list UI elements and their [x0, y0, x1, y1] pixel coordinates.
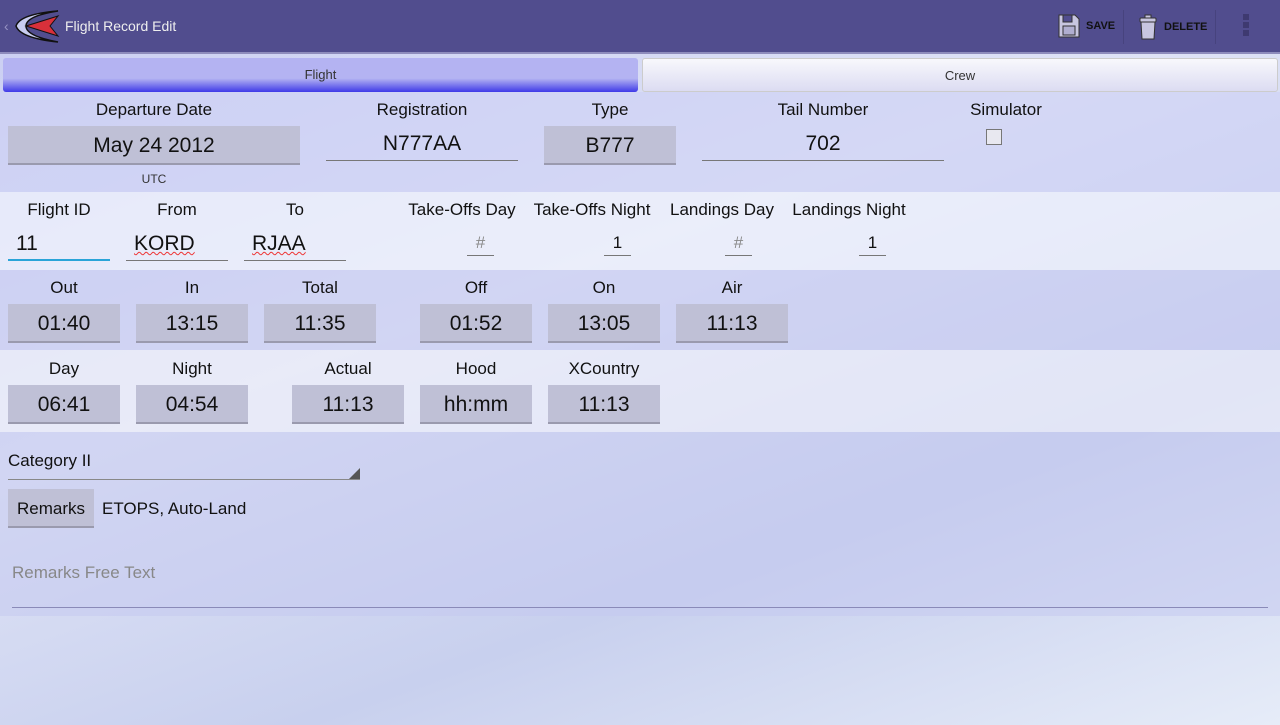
divider — [1123, 10, 1124, 44]
delete-button[interactable]: DELETE — [1138, 14, 1207, 40]
takeoffs-day-label: Take-Offs Day — [408, 200, 516, 219]
action-bar: ‹ Flight Record Edit SAVE DELETE — [0, 0, 1280, 54]
takeoffs-night-label: Take-Offs Night — [533, 200, 651, 219]
takeoffs-day-input[interactable]: # — [467, 232, 494, 256]
remarks-button[interactable]: Remarks — [8, 489, 94, 528]
hood-label: Hood — [455, 359, 497, 378]
landings-day-label: Landings Day — [670, 200, 774, 219]
simulator-checkbox[interactable] — [986, 129, 1002, 145]
save-button[interactable]: SAVE — [1058, 14, 1115, 38]
tab-crew[interactable]: Crew — [642, 58, 1278, 92]
on-label: On — [592, 278, 616, 297]
to-label: To — [286, 200, 304, 219]
out-label: Out — [50, 278, 78, 297]
night-time-button[interactable]: 04:54 — [136, 385, 248, 424]
flight-id-input[interactable]: 11 — [8, 227, 110, 261]
off-time-button[interactable]: 01:52 — [420, 304, 532, 343]
in-label: In — [184, 278, 200, 297]
xcountry-time-button[interactable]: 11:13 — [548, 385, 660, 424]
divider — [1215, 10, 1216, 44]
save-label: SAVE — [1086, 20, 1116, 32]
actual-label: Actual — [324, 359, 372, 378]
type-label: Type — [591, 100, 629, 119]
registration-input[interactable]: N777AA — [326, 127, 518, 161]
trash-icon — [1139, 14, 1157, 40]
air-label: Air — [721, 278, 743, 297]
simulator-label: Simulator — [970, 100, 1042, 119]
total-time-button[interactable]: 11:35 — [264, 304, 376, 343]
delete-label: DELETE — [1164, 21, 1208, 33]
to-input[interactable]: RJAA — [244, 227, 346, 261]
registration-label: Registration — [376, 100, 468, 119]
category-value: Category II — [8, 451, 92, 470]
overflow-menu-icon[interactable] — [1243, 14, 1249, 36]
landings-night-input[interactable]: 1 — [859, 232, 886, 256]
landings-night-label: Landings Night — [792, 200, 906, 219]
on-time-button[interactable]: 13:05 — [548, 304, 660, 343]
type-button[interactable]: B777 — [544, 126, 676, 165]
from-label: From — [157, 200, 197, 219]
remarks-value: ETOPS, Auto-Land — [102, 499, 247, 518]
hood-time-button[interactable]: hh:mm — [420, 385, 532, 424]
takeoffs-night-input[interactable]: 1 — [604, 232, 631, 256]
day-time-button[interactable]: 06:41 — [8, 385, 120, 424]
dropdown-triangle-icon — [349, 468, 360, 479]
category-spinner[interactable]: Category II — [8, 450, 360, 480]
tail-number-input[interactable]: 702 — [702, 127, 944, 161]
in-time-button[interactable]: 13:15 — [136, 304, 248, 343]
tab-flight[interactable]: Flight — [3, 58, 638, 92]
tail-number-label: Tail Number — [777, 100, 869, 119]
day-label: Day — [48, 359, 80, 378]
from-input[interactable]: KORD — [126, 227, 228, 261]
departure-date-label: Departure Date — [95, 100, 213, 119]
total-label: Total — [302, 278, 338, 297]
out-time-button[interactable]: 01:40 — [8, 304, 120, 343]
departure-date-button[interactable]: May 24 2012 — [8, 126, 300, 165]
screen-title: Flight Record Edit — [65, 18, 177, 34]
xcountry-label: XCountry — [568, 359, 640, 378]
landings-day-input[interactable]: # — [725, 232, 752, 256]
app-logo-icon[interactable] — [12, 8, 62, 44]
floppy-disk-icon — [1058, 14, 1080, 38]
remarks-free-text-input[interactable]: Remarks Free Text — [12, 560, 1268, 608]
timezone-label: UTC — [141, 172, 167, 186]
flight-id-label: Flight ID — [27, 200, 91, 219]
night-label: Night — [172, 359, 212, 378]
off-label: Off — [464, 278, 488, 297]
air-time-button[interactable]: 11:13 — [676, 304, 788, 343]
back-chevron-icon[interactable]: ‹ — [4, 18, 9, 34]
actual-time-button[interactable]: 11:13 — [292, 385, 404, 424]
